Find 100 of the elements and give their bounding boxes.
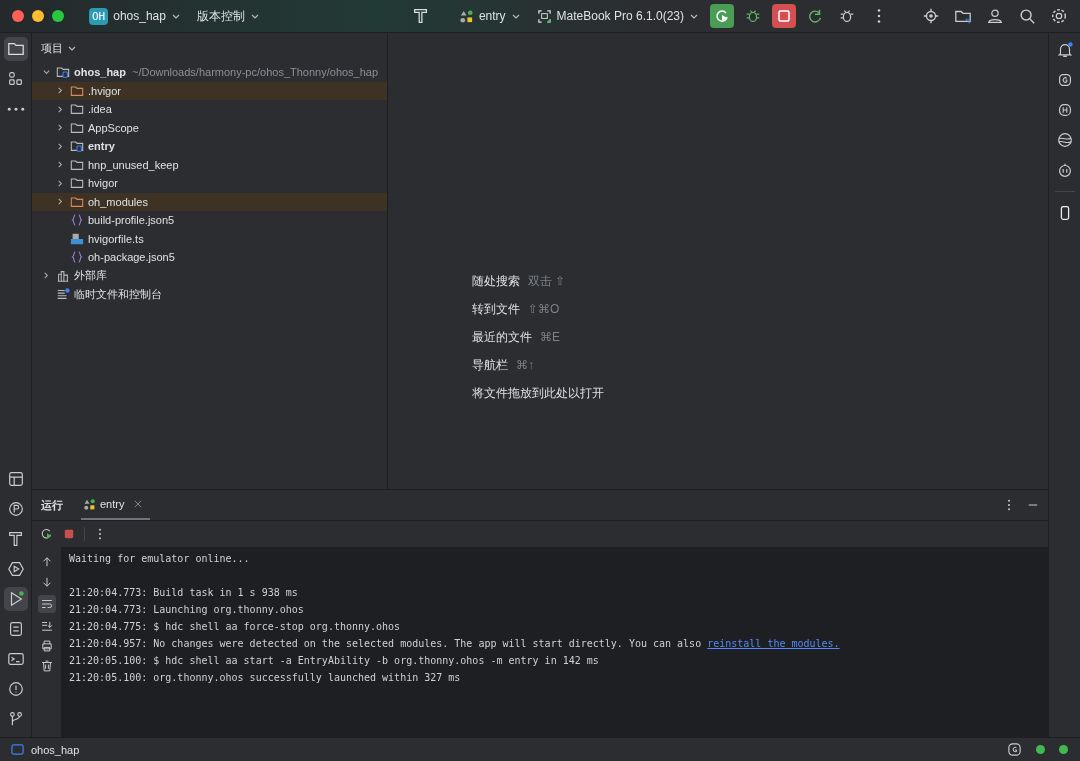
shortcut-text: 双击 ⇧	[528, 272, 566, 290]
rerun-icon[interactable]	[40, 527, 54, 541]
shapes-icon	[458, 8, 474, 24]
notifications-icon[interactable]	[1055, 41, 1074, 59]
tree-label: oh-package.json5	[88, 251, 175, 264]
tool-window-button[interactable]	[3, 587, 28, 611]
folder-icon	[70, 120, 84, 135]
trash-icon[interactable]	[39, 659, 54, 673]
shapes-icon	[83, 497, 96, 511]
tree-label: AppScope	[88, 121, 139, 134]
layout-icon	[6, 470, 25, 488]
close-icon[interactable]	[134, 500, 143, 508]
tree-label: entry	[88, 140, 115, 153]
apply-changes-icon[interactable]	[806, 7, 824, 25]
tree-row[interactable]: hnp_unused_keep	[32, 155, 387, 174]
reinstall-link[interactable]: reinstall the modules.	[707, 638, 840, 649]
panel-title: 运行	[41, 497, 63, 513]
structure-icon	[6, 70, 25, 88]
rerun-icon	[714, 8, 730, 24]
console-line: 21:20:04.773: Build task in 1 s 938 ms	[69, 586, 299, 600]
stop-icon[interactable]	[62, 527, 76, 541]
tree-label: ohos_hap	[74, 66, 126, 79]
stop-icon	[776, 8, 792, 24]
rerun-button[interactable]	[710, 4, 734, 28]
tree-row[interactable]: .idea	[32, 100, 387, 119]
account-icon[interactable]	[986, 7, 1004, 25]
console-line: 21:20:05.100: org.thonny.ohos successfully launched within 327 ms	[69, 671, 462, 685]
console-line: 21:20:04.773: Launching org.thonny.ohos	[69, 603, 305, 617]
chevron-icon[interactable]	[42, 271, 51, 281]
folder-icon	[70, 157, 84, 172]
hint-label: 最近的文件	[472, 328, 532, 346]
services-icon	[6, 560, 25, 578]
project-switcher[interactable]: OH ohos_hap	[84, 4, 186, 28]
search-icon[interactable]	[1018, 7, 1036, 25]
hint-label: 转到文件	[472, 300, 520, 318]
folder-icon	[70, 83, 84, 98]
zoom-window-button[interactable]	[52, 10, 64, 22]
tree-row[interactable]: entry	[32, 137, 387, 156]
tree-row[interactable]: oh_modules	[32, 192, 387, 211]
scroll-to-end-icon[interactable]	[39, 619, 54, 633]
settings-icon[interactable]	[1050, 7, 1068, 25]
folder-icon	[70, 194, 84, 209]
console-line: Waiting for emulator online...	[69, 552, 251, 566]
close-window-button[interactable]	[12, 10, 24, 22]
tree-row[interactable]: ohos_hap ~/Downloads/harmony-pc/ohos_Thonny/ohos_hap	[32, 63, 387, 82]
target-icon[interactable]	[922, 7, 940, 25]
console-line: 21:20:04.957: No changes were detected on the selected modules. The app will start directly. You can also reinstall the modules.	[69, 637, 841, 651]
terminal-icon	[6, 650, 25, 668]
panel-title[interactable]: 项目	[41, 40, 63, 56]
tree-row[interactable]: build-profile.json5	[32, 211, 387, 230]
scratch-icon	[56, 287, 70, 302]
stop-button[interactable]	[772, 4, 796, 28]
folder-icon	[70, 102, 84, 117]
tree-row[interactable]: 外部库	[32, 266, 387, 285]
shortcut-text: ⌘↑	[516, 358, 534, 372]
more-icon	[6, 106, 25, 112]
shortcut-text: ⌘E	[540, 330, 560, 344]
braces-icon	[70, 250, 84, 265]
debug-icon[interactable]	[744, 7, 762, 25]
tree-label: hnp_unused_keep	[88, 158, 179, 171]
tree-label: 临时文件和控制台	[74, 286, 162, 302]
print-icon[interactable]	[39, 639, 54, 653]
tree-label: .hvigor	[88, 84, 122, 97]
status-project[interactable]: ohos_hap	[31, 743, 80, 756]
library-icon	[56, 268, 70, 283]
tree-row[interactable]: hvigor	[32, 174, 387, 193]
attach-debugger-icon[interactable]	[838, 7, 856, 25]
path-hint: ~/Downloads/harmony-pc/ohos_Thonny/ohos_hap	[131, 66, 379, 79]
vcs-menu[interactable]: 版本控制	[191, 4, 265, 28]
tree-label: hvigor	[88, 177, 118, 190]
hint-label: 导航栏	[472, 356, 508, 374]
tree-row[interactable]: AppScope	[32, 118, 387, 137]
hammer-icon	[6, 530, 25, 548]
console-line: 21:20:05.100: $ hdc shell aa start -a EntryAbility -b org.thonny.ohos -m entry in 142 ms	[69, 654, 600, 668]
tree-row[interactable]: hvigorfile.ts	[32, 229, 387, 248]
run-tab[interactable]: entry	[81, 490, 151, 520]
status-dot	[1059, 745, 1068, 754]
soft-wrap-icon[interactable]	[37, 595, 56, 613]
hammer-icon[interactable]	[411, 7, 430, 25]
module-icon	[10, 742, 25, 757]
globe-icon[interactable]	[1055, 131, 1074, 149]
run-config-selector[interactable]: entry	[453, 5, 526, 27]
hint-label: 随处搜索	[472, 272, 520, 290]
hint-label: 将文件拖放到此处以打开	[472, 384, 604, 402]
folder-icon	[6, 40, 25, 58]
tree-label: 外部库	[74, 268, 107, 284]
minimize-window-button[interactable]	[32, 10, 44, 22]
warning-icon	[6, 680, 25, 698]
tree-row[interactable]: .hvigor	[32, 81, 387, 100]
tree-row[interactable]: oh-package.json5	[32, 248, 387, 267]
braces-icon	[70, 213, 84, 228]
ts-file-icon	[70, 231, 84, 246]
tree-label: .idea	[88, 103, 112, 116]
device-frame-icon	[536, 8, 552, 24]
tool-window-button[interactable]	[3, 37, 28, 61]
tree-row[interactable]: 临时文件和控制台	[32, 285, 387, 304]
status-dot	[1036, 745, 1045, 754]
shortcut-text: ⇧⌘O	[528, 302, 560, 316]
device-selector[interactable]: MateBook Pro 6.1.0(23)	[531, 5, 704, 27]
tree-label: build-profile.json5	[88, 214, 175, 227]
